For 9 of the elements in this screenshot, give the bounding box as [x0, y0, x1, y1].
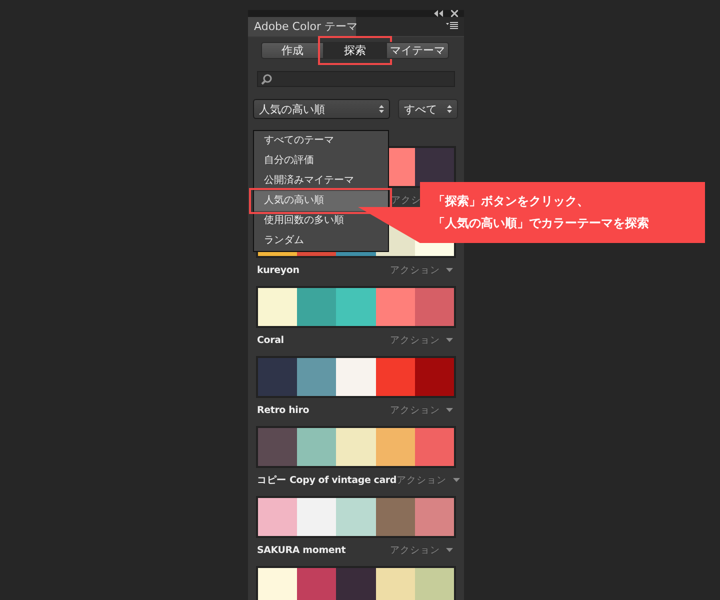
dropdown-value: 人気の高い順: [259, 102, 325, 116]
theme-name: Retro hiro: [257, 404, 310, 416]
theme-name: Coral: [257, 334, 284, 346]
callout-text: 「探索」ボタンをクリック、: [433, 193, 590, 210]
theme-name: SAKURA moment: [257, 544, 346, 556]
theme-name: コピー Copy of vintage card: [257, 474, 397, 486]
theme-name: kureyon: [257, 264, 300, 276]
dropdown-value: すべて: [404, 102, 437, 116]
callout-text: 「人気の高い順」でカラーテーマを探索: [433, 215, 650, 232]
